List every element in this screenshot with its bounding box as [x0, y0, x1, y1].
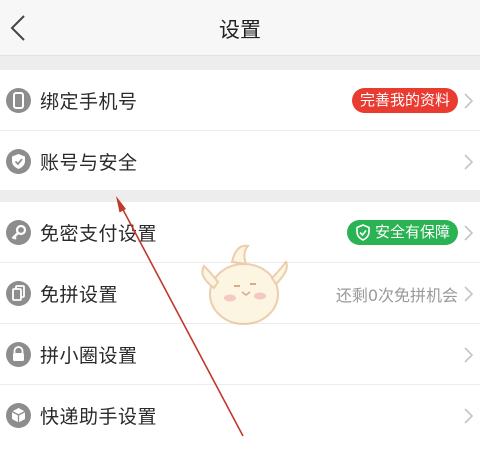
settings-row-label: 快递助手设置: [40, 406, 158, 428]
settings-row-express-helper[interactable]: 快递助手设置: [0, 385, 480, 446]
nav-bar: 设置: [0, 0, 480, 56]
chevron-right-icon: [464, 408, 474, 424]
security-badge-text: 安全有保障: [374, 223, 450, 241]
settings-row-label: 绑定手机号: [40, 91, 138, 113]
free-group-remaining-text: 还剩0次免拼机会: [335, 286, 458, 305]
package-icon: [6, 403, 31, 428]
chevron-right-icon: [464, 286, 474, 302]
settings-row-label: 免密支付设置: [40, 223, 158, 245]
chevron-right-icon: [464, 154, 474, 170]
page-title: 设置: [219, 18, 261, 42]
settings-row-label: 拼小圈设置: [40, 345, 138, 367]
chevron-right-icon: [464, 225, 474, 241]
key-icon: [6, 220, 31, 245]
shield-check-icon: [356, 224, 370, 241]
security-badge[interactable]: 安全有保障: [346, 220, 458, 245]
copy-icon: [6, 281, 31, 306]
complete-profile-badge[interactable]: 完善我的资料: [351, 88, 458, 113]
settings-row-label: 免拼设置: [40, 284, 119, 306]
lock-icon: [6, 342, 31, 367]
shield-icon: [6, 149, 31, 174]
mascot-watermark-icon: [201, 244, 288, 325]
phone-icon: [6, 88, 31, 113]
settings-row-account-security[interactable]: 账号与安全: [0, 131, 480, 192]
settings-row-label: 账号与安全: [40, 152, 138, 174]
chevron-right-icon: [464, 347, 474, 363]
settings-row-circle[interactable]: 拼小圈设置: [0, 324, 480, 385]
chevron-right-icon: [464, 93, 474, 109]
settings-group-account: 绑定手机号 完善我的资料 账号与安全: [0, 70, 480, 190]
settings-row-bind-phone[interactable]: 绑定手机号 完善我的资料: [0, 70, 480, 131]
